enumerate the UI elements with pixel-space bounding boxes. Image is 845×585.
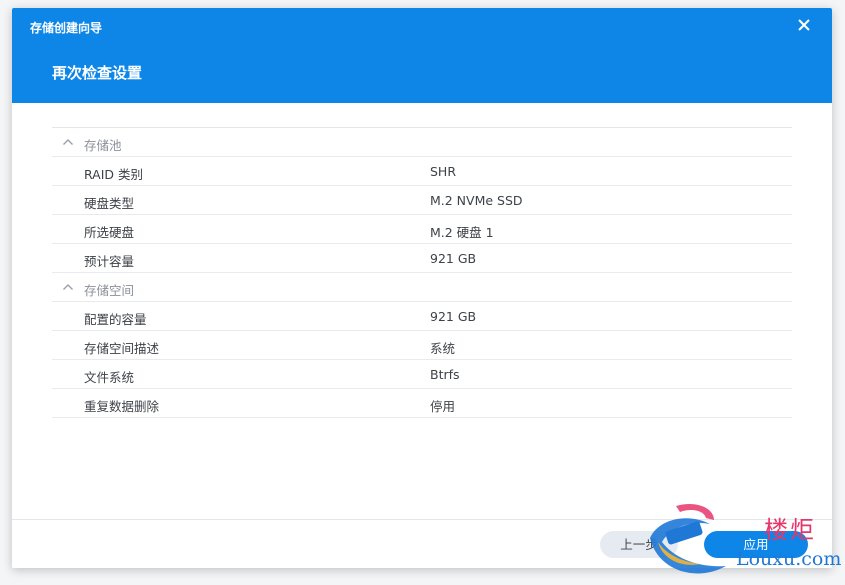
row-value: M.2 硬盘 1: [430, 225, 494, 240]
watermark-swoosh-icon: [650, 503, 726, 574]
summary-row: 配置的容量 921 GB: [52, 302, 792, 331]
group-label: 存储空间: [84, 283, 135, 298]
chevron-up-icon[interactable]: [62, 281, 74, 293]
row-label: 文件系统: [84, 370, 135, 385]
row-label: 存储空间描述: [84, 341, 160, 356]
row-label: 预计容量: [84, 254, 135, 269]
summary-row: 重复数据删除 停用: [52, 389, 792, 418]
watermark-en-text: Louxu.com: [736, 548, 842, 570]
group-header-volume[interactable]: 存储空间: [52, 273, 792, 302]
wizard-title: 存储创建向导: [30, 21, 103, 35]
row-value: 921 GB: [430, 251, 477, 266]
summary-row: 硬盘类型 M.2 NVMe SSD: [52, 186, 792, 215]
settings-summary: 存储池 RAID 类别 SHR 硬盘类型 M.2 NVMe SSD 所选硬盘 M…: [52, 127, 792, 418]
summary-row: 预计容量 921 GB: [52, 244, 792, 273]
row-value: Btrfs: [430, 367, 460, 382]
row-label: 所选硬盘: [84, 225, 135, 240]
row-value: SHR: [430, 164, 457, 179]
close-icon: [798, 19, 810, 31]
row-label: 硬盘类型: [84, 196, 135, 211]
group-label: 存储池: [84, 138, 122, 153]
row-value: 921 GB: [430, 309, 477, 324]
watermark-cn-text: 楼炬: [764, 516, 816, 544]
row-value: 系统: [430, 341, 456, 356]
dialog-header: 存储创建向导 再次检查设置: [12, 8, 832, 103]
chevron-up-icon[interactable]: [62, 136, 74, 148]
close-button[interactable]: [796, 17, 812, 33]
row-label: 配置的容量: [84, 312, 147, 327]
page-title: 再次检查设置: [52, 64, 143, 82]
summary-row: 存储空间描述 系统: [52, 331, 792, 360]
row-label: RAID 类别: [84, 167, 144, 182]
summary-row: 所选硬盘 M.2 硬盘 1: [52, 215, 792, 244]
storage-wizard-dialog: 存储创建向导 再次检查设置 存储池 RAID 类别 SHR 硬盘类型 M.2 N…: [12, 8, 832, 568]
group-header-storage-pool[interactable]: 存储池: [52, 128, 792, 157]
row-value: M.2 NVMe SSD: [430, 193, 523, 208]
summary-row: RAID 类别 SHR: [52, 157, 792, 186]
row-label: 重复数据删除: [84, 399, 160, 414]
watermark-logo: 楼炬 Louxu.com: [636, 498, 845, 585]
row-value: 停用: [430, 399, 456, 414]
summary-row: 文件系统 Btrfs: [52, 360, 792, 389]
